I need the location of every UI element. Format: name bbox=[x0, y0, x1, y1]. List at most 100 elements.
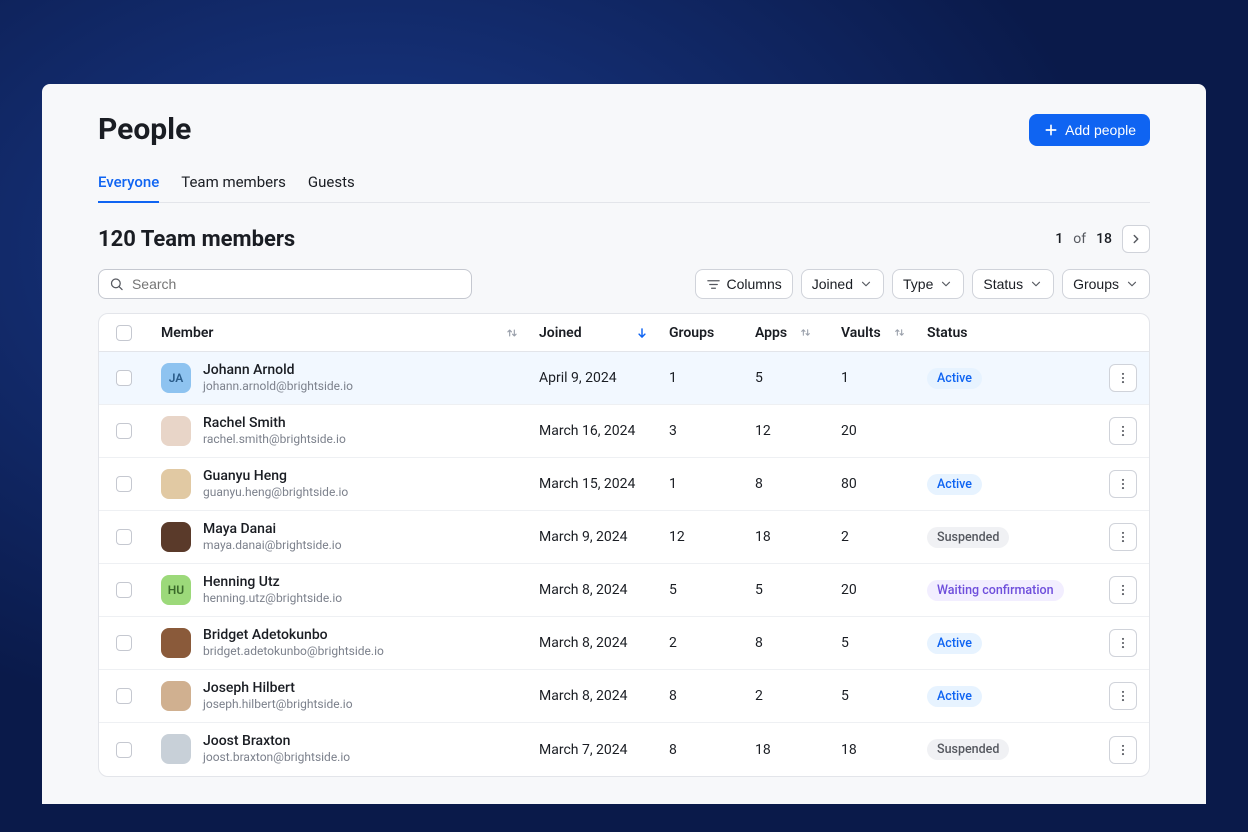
filter-groups-label: Groups bbox=[1073, 276, 1119, 292]
status-badge: Waiting confirmation bbox=[927, 580, 1064, 601]
row-more-button[interactable] bbox=[1109, 470, 1137, 498]
table-row[interactable]: HU Henning Utzhenning.utz@brightside.io Ma… bbox=[99, 564, 1149, 617]
tab-team-members[interactable]: Team members bbox=[181, 165, 286, 203]
avatar: HU bbox=[161, 575, 191, 605]
toolbar: Columns Joined Type Status Groups bbox=[98, 269, 1150, 299]
row-more-button[interactable] bbox=[1109, 523, 1137, 551]
status-badge: Active bbox=[927, 686, 982, 707]
search-input[interactable] bbox=[132, 276, 461, 292]
cell-vaults: 5 bbox=[841, 635, 927, 651]
sort-icon[interactable] bbox=[893, 326, 906, 339]
cell-joined: March 8, 2024 bbox=[539, 688, 669, 704]
cell-status: Suspended bbox=[927, 527, 1097, 548]
tab-guests[interactable]: Guests bbox=[308, 165, 355, 203]
cell-vaults: 5 bbox=[841, 688, 927, 704]
cell-groups: 3 bbox=[669, 423, 755, 439]
col-apps[interactable]: Apps bbox=[755, 325, 787, 341]
more-vertical-icon bbox=[1116, 530, 1130, 544]
table-row[interactable]: Joost Braxtonjoost.braxton@brightside.io… bbox=[99, 723, 1149, 776]
member-email: bridget.adetokunbo@brightside.io bbox=[203, 644, 384, 660]
col-joined[interactable]: Joined bbox=[539, 325, 582, 341]
table-row[interactable]: Maya Danaimaya.danai@brightside.ioMarch … bbox=[99, 511, 1149, 564]
table-row[interactable]: Guanyu Hengguanyu.heng@brightside.ioMarc… bbox=[99, 458, 1149, 511]
cell-joined: April 9, 2024 bbox=[539, 370, 669, 386]
row-checkbox[interactable] bbox=[116, 582, 132, 598]
columns-button[interactable]: Columns bbox=[695, 269, 793, 299]
member-email: guanyu.heng@brightside.io bbox=[203, 485, 348, 501]
filter-groups-button[interactable]: Groups bbox=[1062, 269, 1150, 299]
chevron-down-icon bbox=[1029, 277, 1043, 291]
cell-joined: March 7, 2024 bbox=[539, 742, 669, 758]
members-table: Member Joined Groups Apps Vaults bbox=[98, 313, 1150, 777]
row-more-button[interactable] bbox=[1109, 736, 1137, 764]
cell-groups: 12 bbox=[669, 529, 755, 545]
row-more-button[interactable] bbox=[1109, 682, 1137, 710]
row-more-button[interactable] bbox=[1109, 576, 1137, 604]
cell-apps: 8 bbox=[755, 476, 841, 492]
cell-vaults: 18 bbox=[841, 742, 927, 758]
cell-apps: 5 bbox=[755, 370, 841, 386]
table-row[interactable]: Joseph Hilbertjoseph.hilbert@brightside.… bbox=[99, 670, 1149, 723]
filter-status-button[interactable]: Status bbox=[972, 269, 1054, 299]
table-header: Member Joined Groups Apps Vaults bbox=[99, 314, 1149, 352]
cell-groups: 2 bbox=[669, 635, 755, 651]
table-row[interactable]: Bridget Adetokunbobridget.adetokunbo@bri… bbox=[99, 617, 1149, 670]
row-checkbox[interactable] bbox=[116, 688, 132, 704]
tab-everyone[interactable]: Everyone bbox=[98, 165, 159, 203]
cell-status: Active bbox=[927, 368, 1097, 389]
cell-joined: March 15, 2024 bbox=[539, 476, 669, 492]
more-vertical-icon bbox=[1116, 583, 1130, 597]
member-name: Bridget Adetokunbo bbox=[203, 627, 384, 644]
col-member[interactable]: Member bbox=[161, 325, 213, 341]
pager-next-button[interactable] bbox=[1122, 225, 1150, 253]
row-checkbox[interactable] bbox=[116, 742, 132, 758]
select-all-checkbox[interactable] bbox=[116, 325, 132, 341]
cell-vaults: 2 bbox=[841, 529, 927, 545]
add-people-button[interactable]: Add people bbox=[1029, 114, 1150, 146]
cell-groups: 8 bbox=[669, 688, 755, 704]
cell-joined: March 8, 2024 bbox=[539, 635, 669, 651]
cell-status: Active bbox=[927, 686, 1097, 707]
col-status[interactable]: Status bbox=[927, 325, 967, 341]
row-checkbox[interactable] bbox=[116, 635, 132, 651]
col-groups[interactable]: Groups bbox=[669, 325, 714, 341]
filter-joined-button[interactable]: Joined bbox=[801, 269, 884, 299]
row-checkbox[interactable] bbox=[116, 476, 132, 492]
cell-apps: 2 bbox=[755, 688, 841, 704]
member-name: Joseph Hilbert bbox=[203, 680, 353, 697]
chevron-right-icon bbox=[1129, 232, 1143, 246]
cell-joined: March 9, 2024 bbox=[539, 529, 669, 545]
table-row[interactable]: JAJohann Arnoldjohann.arnold@brightside.… bbox=[99, 352, 1149, 405]
more-vertical-icon bbox=[1116, 371, 1130, 385]
status-badge: Active bbox=[927, 633, 982, 654]
avatar: JA bbox=[161, 363, 191, 393]
filter-type-label: Type bbox=[903, 276, 933, 292]
row-more-button[interactable] bbox=[1109, 417, 1137, 445]
member-name: Henning Utz bbox=[203, 574, 342, 591]
row-checkbox[interactable] bbox=[116, 529, 132, 545]
row-checkbox[interactable] bbox=[116, 423, 132, 439]
search-box[interactable] bbox=[98, 269, 472, 299]
row-more-button[interactable] bbox=[1109, 629, 1137, 657]
member-email: henning.utz@brightside.io bbox=[203, 591, 342, 607]
sort-icon[interactable] bbox=[799, 326, 812, 339]
row-more-button[interactable] bbox=[1109, 364, 1137, 392]
sort-icon[interactable] bbox=[505, 326, 519, 340]
filter-type-button[interactable]: Type bbox=[892, 269, 964, 299]
col-vaults[interactable]: Vaults bbox=[841, 325, 881, 341]
cell-apps: 12 bbox=[755, 423, 841, 439]
member-name: Joost Braxton bbox=[203, 733, 350, 750]
cell-groups: 8 bbox=[669, 742, 755, 758]
sort-down-icon[interactable] bbox=[635, 326, 649, 340]
member-name: Maya Danai bbox=[203, 521, 342, 538]
avatar bbox=[161, 469, 191, 499]
more-vertical-icon bbox=[1116, 636, 1130, 650]
cell-groups: 1 bbox=[669, 476, 755, 492]
search-icon bbox=[109, 276, 124, 292]
cell-joined: March 8, 2024 bbox=[539, 582, 669, 598]
cell-groups: 5 bbox=[669, 582, 755, 598]
table-row[interactable]: Rachel Smithrachel.smith@brightside.ioMa… bbox=[99, 405, 1149, 458]
add-people-label: Add people bbox=[1065, 122, 1136, 138]
row-checkbox[interactable] bbox=[116, 370, 132, 386]
more-vertical-icon bbox=[1116, 689, 1130, 703]
